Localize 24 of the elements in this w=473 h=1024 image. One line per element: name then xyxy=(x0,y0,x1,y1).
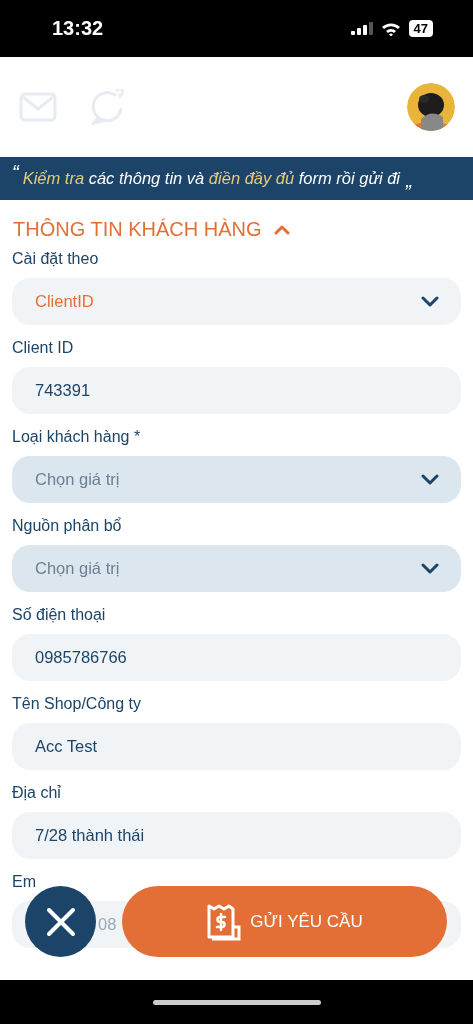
status-time: 13:32 xyxy=(52,17,104,40)
field-label: Loại khách hàng * xyxy=(12,427,142,447)
chevron-down-icon xyxy=(421,296,439,307)
field-label: Cài đặt theo xyxy=(12,249,100,269)
input-field[interactable]: 7/28 thành thái xyxy=(12,812,461,859)
receipt-dollar-icon xyxy=(206,902,243,941)
chevron-down-icon xyxy=(421,563,439,574)
battery-indicator: 47 xyxy=(408,20,433,37)
wifi-icon xyxy=(380,21,401,36)
field-label: Số điện thoại xyxy=(12,605,107,625)
input-field[interactable]: Acc Test xyxy=(12,723,461,770)
field-label: Client ID xyxy=(12,338,75,358)
input-field[interactable]: 743391 xyxy=(12,367,461,414)
field-label: Nguồn phân bổ xyxy=(12,516,123,536)
chevron-down-icon xyxy=(421,474,439,485)
input-field[interactable]: 0985786766 xyxy=(12,634,461,681)
field-label: Địa chỉ xyxy=(12,783,62,803)
signal-icon xyxy=(350,22,373,35)
field-label: Tên Shop/Công ty xyxy=(12,694,142,714)
section-title: THÔNG TIN KHÁCH HÀNG xyxy=(13,218,262,241)
chevron-up-icon[interactable] xyxy=(273,224,290,235)
field-label: Em xyxy=(12,872,37,892)
field-value: 08 xyxy=(98,915,117,934)
close-icon xyxy=(45,906,76,937)
